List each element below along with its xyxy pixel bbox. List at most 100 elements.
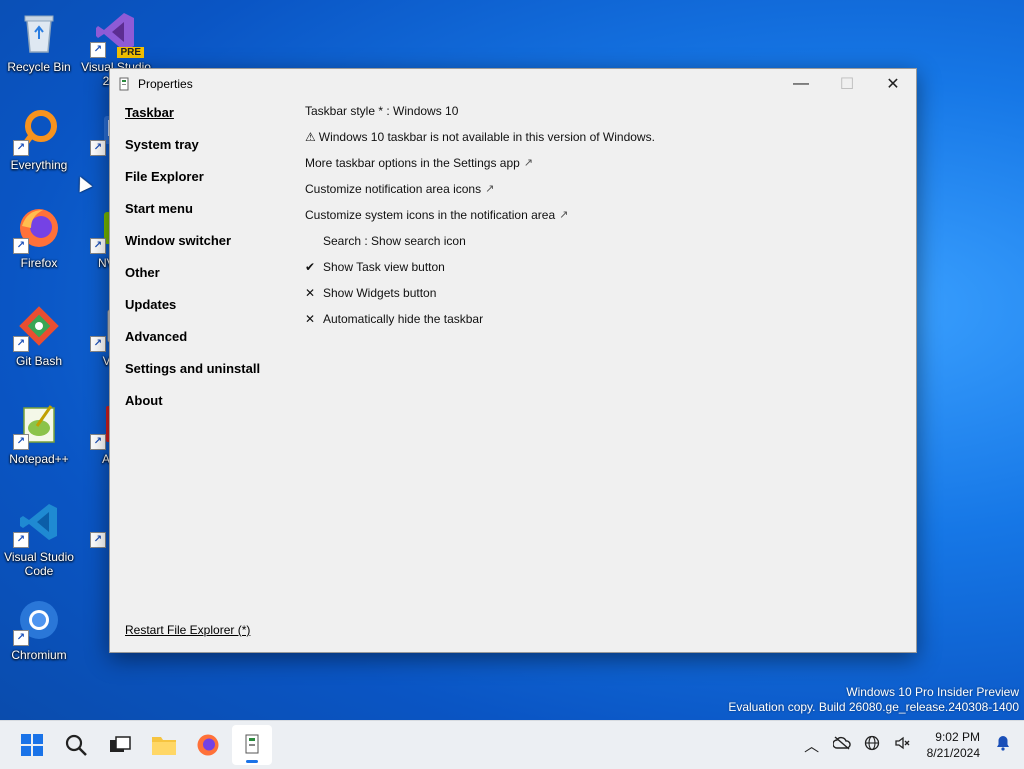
firefox-icon: ↗ xyxy=(13,204,63,254)
link-settings-app[interactable]: More taskbar options in the Settings app… xyxy=(305,155,895,181)
desktop-icon-everything[interactable]: ↗ Everything xyxy=(1,106,77,172)
desktop-icon-label: Chromium xyxy=(11,648,67,662)
close-button[interactable]: ✕ xyxy=(870,69,916,99)
cross-icon: ✕ xyxy=(305,286,316,300)
chevron-up-icon[interactable]: ︿ xyxy=(797,735,827,756)
taskbar-firefox[interactable] xyxy=(188,725,228,765)
desktop-icon-label: Firefox xyxy=(20,256,58,270)
option-label: Taskbar style * : Windows 10 xyxy=(305,104,459,118)
taskbar-file-explorer[interactable] xyxy=(144,725,184,765)
windows-logo-icon xyxy=(21,734,43,756)
sidebar-nav: Taskbar System tray File Explorer Start … xyxy=(125,105,295,425)
option-auto-hide-taskbar[interactable]: ✕ Automatically hide the taskbar xyxy=(305,311,895,337)
firefox-icon xyxy=(197,734,219,756)
watermark-line-2: Evaluation copy. Build 26080.ge_release.… xyxy=(728,700,1019,714)
watermark-line-1: Windows 10 Pro Insider Preview xyxy=(846,685,1019,699)
link-label: Customize notification area icons xyxy=(305,182,482,196)
option-task-view-button[interactable]: ✔ Show Task view button xyxy=(305,259,895,285)
notepadpp-icon: ↗ xyxy=(13,400,63,450)
shortcut-arrow-icon: ↗ xyxy=(90,42,106,58)
chromium-icon: ↗ xyxy=(13,596,63,646)
desktop-icon-vscode[interactable]: ↗ Visual Studio Code xyxy=(1,498,77,578)
option-taskbar-style[interactable]: Taskbar style * : Windows 10 xyxy=(305,103,895,129)
cloud-offline-icon[interactable] xyxy=(827,736,857,754)
sidebar-item-advanced[interactable]: Advanced xyxy=(125,329,295,361)
desktop-icon-label: Recycle Bin xyxy=(7,60,71,74)
window-title: Properties xyxy=(138,77,193,91)
properties-app-icon xyxy=(245,734,259,754)
recycle-bin-icon xyxy=(15,8,63,56)
option-label: Show Task view button xyxy=(323,260,445,274)
shortcut-arrow-icon: ↗ xyxy=(90,532,106,548)
sidebar-item-about[interactable]: About xyxy=(125,393,295,425)
notification-bell-icon[interactable] xyxy=(988,735,1018,755)
visual-studio-icon: PRE ↗ xyxy=(90,8,144,58)
cross-icon: ✕ xyxy=(305,312,316,326)
pre-badge: PRE xyxy=(117,47,144,58)
minimize-button[interactable]: — xyxy=(778,69,824,99)
option-widgets-button[interactable]: ✕ Show Widgets button xyxy=(305,285,895,311)
restart-file-explorer-link[interactable]: Restart File Explorer (*) xyxy=(125,623,250,637)
taskbar: ︿ 9:02 PM 8/21/2024 xyxy=(0,720,1024,769)
network-globe-icon[interactable] xyxy=(857,735,887,755)
volume-muted-icon[interactable] xyxy=(887,735,917,755)
shortcut-arrow-icon: ↗ xyxy=(90,434,106,450)
shortcut-arrow-icon: ↗ xyxy=(13,336,29,352)
start-button[interactable] xyxy=(12,725,52,765)
option-label: Automatically hide the taskbar xyxy=(323,312,484,326)
shortcut-arrow-icon: ↗ xyxy=(13,630,29,646)
search-icon xyxy=(65,734,87,756)
task-view-button[interactable] xyxy=(100,725,140,765)
warning-message: ⚠ Windows 10 taskbar is not available in… xyxy=(305,129,895,155)
sidebar-item-updates[interactable]: Updates xyxy=(125,297,295,329)
desktop-icon-label: Visual Studio Code xyxy=(4,550,74,578)
link-notification-area-icons[interactable]: Customize notification area icons ↗ xyxy=(305,181,895,207)
sidebar-item-file-explorer[interactable]: File Explorer xyxy=(125,169,295,201)
taskbar-properties-app[interactable] xyxy=(232,725,272,765)
shortcut-arrow-icon: ↗ xyxy=(13,532,29,548)
properties-window: Properties — ☐ ✕ Taskbar System tray Fil… xyxy=(109,68,917,653)
shortcut-arrow-icon: ↗ xyxy=(90,238,106,254)
desktop-icon-notepadpp[interactable]: ↗ Notepad++ xyxy=(1,400,77,466)
external-link-icon: ↗ xyxy=(523,157,534,169)
shortcut-arrow-icon: ↗ xyxy=(13,434,29,450)
sidebar-item-window-switcher[interactable]: Window switcher xyxy=(125,233,295,265)
desktop-icon-label: Notepad++ xyxy=(9,452,69,466)
desktop-icon-firefox[interactable]: ↗ Firefox xyxy=(1,204,77,270)
shortcut-arrow-icon: ↗ xyxy=(13,140,29,156)
clock[interactable]: 9:02 PM 8/21/2024 xyxy=(927,729,980,761)
shortcut-arrow-icon: ↗ xyxy=(90,140,106,156)
sidebar-item-system-tray[interactable]: System tray xyxy=(125,137,295,169)
sidebar-item-other[interactable]: Other xyxy=(125,265,295,297)
folder-icon xyxy=(152,737,176,755)
title-bar[interactable]: Properties — ☐ ✕ xyxy=(110,69,916,99)
app-icon xyxy=(118,77,132,91)
clock-date: 8/21/2024 xyxy=(926,746,980,760)
options-panel: Taskbar style * : Windows 10 ⚠ Windows 1… xyxy=(305,103,895,337)
shortcut-arrow-icon: ↗ xyxy=(13,238,29,254)
clock-time: 9:02 PM xyxy=(935,730,980,744)
desktop-icon-chromium[interactable]: ↗ Chromium xyxy=(1,596,77,662)
sidebar-item-settings-and-uninstall[interactable]: Settings and uninstall xyxy=(125,361,295,393)
external-link-icon: ↗ xyxy=(559,209,569,221)
option-search[interactable]: Search : Show search icon xyxy=(305,233,895,259)
maximize-button[interactable]: ☐ xyxy=(824,69,870,99)
search-button[interactable] xyxy=(56,725,96,765)
shortcut-arrow-icon: ↗ xyxy=(90,336,106,352)
link-label: More taskbar options in the Settings app xyxy=(305,156,520,170)
git-bash-icon: ↗ xyxy=(13,302,63,352)
external-link-icon: ↗ xyxy=(485,183,495,195)
mouse-cursor-icon xyxy=(73,173,93,193)
system-tray: ︿ 9:02 PM 8/21/2024 xyxy=(797,721,1024,769)
desktop-icon-recycle-bin[interactable]: Recycle Bin xyxy=(1,8,77,74)
option-label: Show Widgets button xyxy=(323,286,437,300)
checkmark-icon: ✔ xyxy=(305,260,316,274)
link-system-icons[interactable]: Customize system icons in the notificati… xyxy=(305,207,895,233)
warning-icon: ⚠ xyxy=(305,130,316,144)
sidebar-item-start-menu[interactable]: Start menu xyxy=(125,201,295,233)
warning-text: Windows 10 taskbar is not available in t… xyxy=(318,130,655,144)
vscode-icon: ↗ xyxy=(13,498,63,548)
windows-watermark: Windows 10 Pro Insider Preview Evaluatio… xyxy=(728,685,1019,715)
sidebar-item-taskbar[interactable]: Taskbar xyxy=(125,105,295,137)
desktop-icon-git-bash[interactable]: ↗ Git Bash xyxy=(1,302,77,368)
